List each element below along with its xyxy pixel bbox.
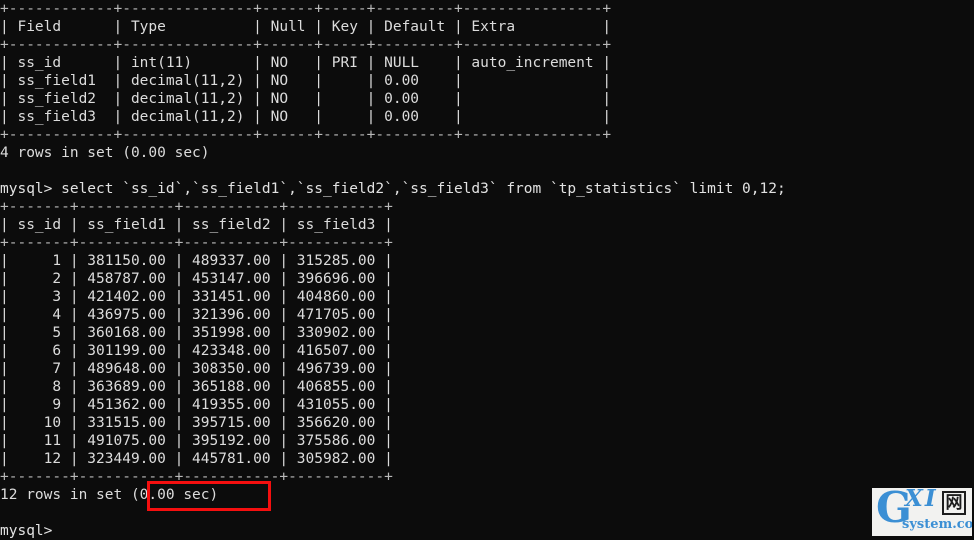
describe-table-top-border: +------------+---------------+------+---… — [0, 1, 612, 17]
describe-table-bottom-border: +------------+---------------+------+---… — [0, 127, 612, 143]
shell-prompt[interactable]: mysql> — [0, 522, 974, 540]
table-row: | 9 | 451362.00 | 419355.00 | 431055.00 … — [0, 397, 393, 413]
table-row: | ss_field1 | decimal(11,2) | NO | | 0.0… — [0, 73, 612, 89]
watermark-cjk-char: 网 — [942, 491, 966, 515]
table-row: | 10 | 331515.00 | 395715.00 | 356620.00… — [0, 415, 393, 431]
result-table-bottom-border: +-------+-----------+-----------+-------… — [0, 469, 393, 485]
table-row: | 11 | 491075.00 | 395192.00 | 375586.00… — [0, 433, 393, 449]
table-row: | 3 | 421402.00 | 331451.00 | 404860.00 … — [0, 289, 393, 305]
table-row: | 4 | 436975.00 | 321396.00 | 471705.00 … — [0, 307, 393, 323]
describe-table-header-border: +------------+---------------+------+---… — [0, 37, 612, 53]
table-row: | 2 | 458787.00 | 453147.00 | 396696.00 … — [0, 271, 393, 287]
watermark-domain: system.com — [902, 517, 972, 532]
table-row: | 5 | 360168.00 | 351998.00 | 330902.00 … — [0, 325, 393, 341]
table-row: | ss_id | int(11) | NO | PRI | NULL | au… — [0, 55, 612, 71]
result-status-line: 12 rows in set (0.00 sec) — [0, 487, 219, 503]
table-row: | ss_field3 | decimal(11,2) | NO | | 0.0… — [0, 109, 612, 125]
terminal-screen: +------------+---------------+------+---… — [0, 0, 974, 540]
query-command-line[interactable]: mysql> select `ss_id`,`ss_field1`,`ss_fi… — [0, 180, 974, 198]
describe-result-status: 4 rows in set (0.00 sec) — [0, 145, 210, 161]
result-table-header-row: | ss_id | ss_field1 | ss_field2 | ss_fie… — [0, 217, 393, 233]
describe-table-header-row: | Field | Type | Null | Key | Default | … — [0, 19, 612, 35]
result-table-header-border: +-------+-----------+-----------+-------… — [0, 235, 393, 251]
table-row: | 12 | 323449.00 | 445781.00 | 305982.00… — [0, 451, 393, 467]
watermark-logo: G XI 网 system.com — [872, 488, 972, 536]
terminal-output[interactable]: +------------+---------------+------+---… — [0, 0, 974, 540]
table-row: | ss_field2 | decimal(11,2) | NO | | 0.0… — [0, 91, 612, 107]
watermark-letters-xi: XI — [905, 488, 938, 512]
table-row: | 7 | 489648.00 | 308350.00 | 496739.00 … — [0, 361, 393, 377]
table-row: | 6 | 301199.00 | 423348.00 | 416507.00 … — [0, 343, 393, 359]
result-table-top-border: +-------+-----------+-----------+-------… — [0, 199, 393, 215]
table-row: | 8 | 363689.00 | 365188.00 | 406855.00 … — [0, 379, 393, 395]
table-row: | 1 | 381150.00 | 489337.00 | 315285.00 … — [0, 253, 393, 269]
